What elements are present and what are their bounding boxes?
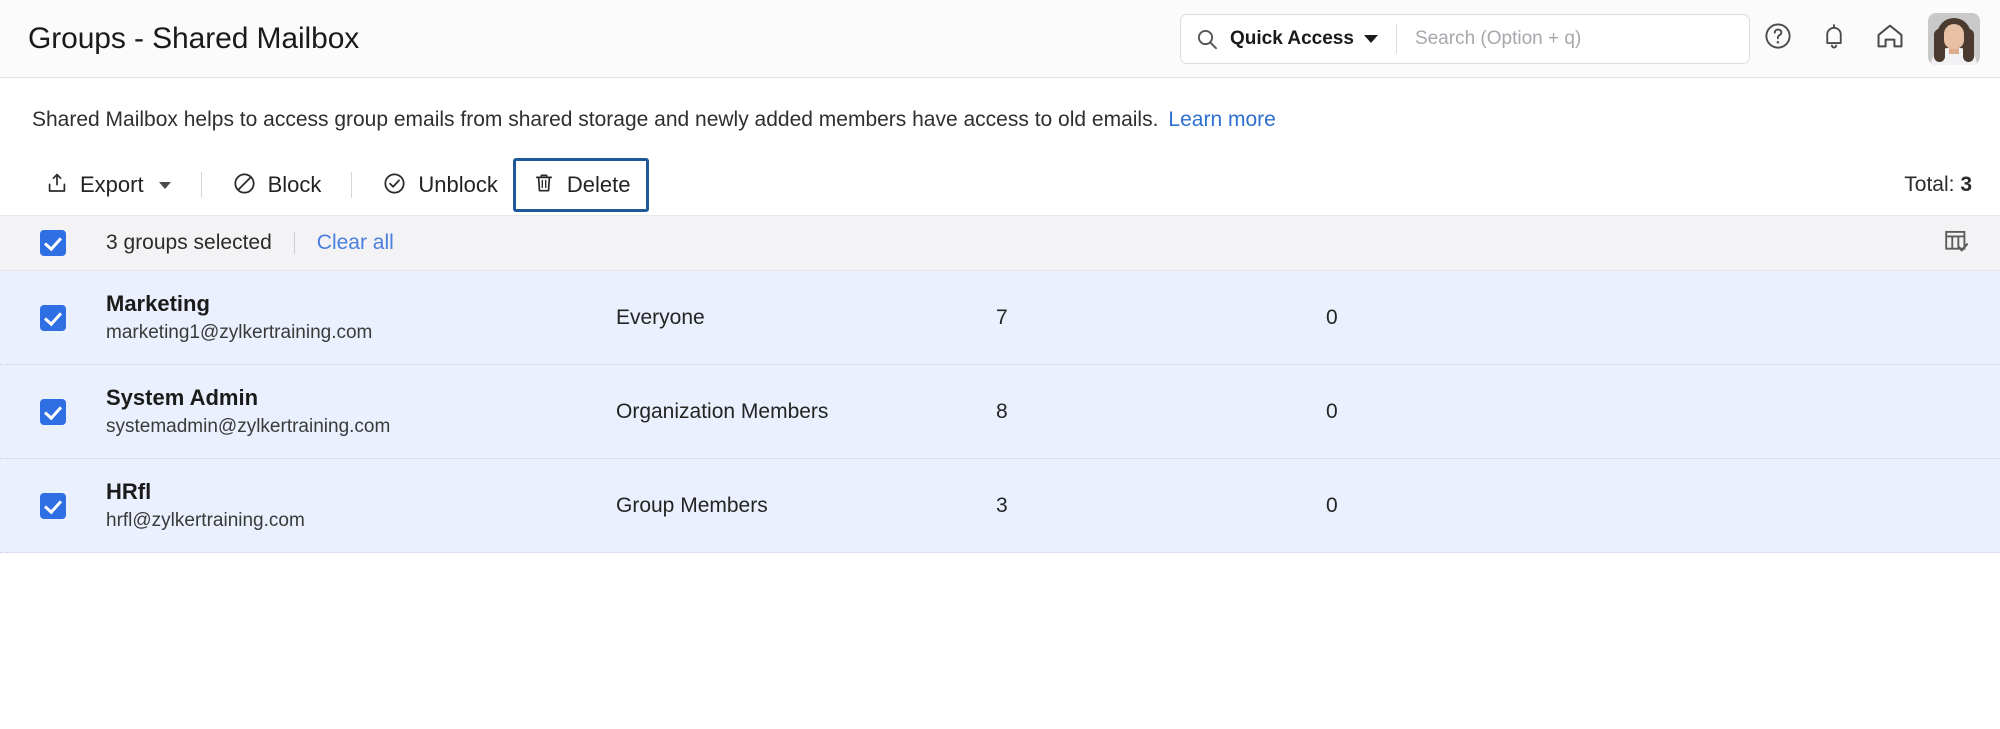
- row-checkbox[interactable]: [40, 399, 66, 425]
- group-member-count: 3: [996, 494, 1326, 518]
- action-toolbar: Export Block Unblock: [0, 133, 2000, 215]
- unblock-button[interactable]: Unblock: [367, 158, 512, 213]
- selection-bar: 3 groups selected Clear all: [0, 215, 2000, 271]
- unblock-label: Unblock: [418, 174, 497, 196]
- select-all-cell: [0, 230, 106, 256]
- search-input[interactable]: [1415, 28, 1735, 50]
- group-name[interactable]: Marketing: [106, 290, 616, 318]
- selection-divider: [294, 232, 295, 254]
- group-access-level: Everyone: [616, 306, 996, 330]
- delete-button[interactable]: Delete: [513, 158, 650, 212]
- app-window: Groups - Shared Mailbox Quick Access: [0, 0, 2000, 729]
- export-icon: [45, 171, 69, 199]
- block-icon: [232, 171, 257, 200]
- group-identity-cell: System Admin systemadmin@zylkertraining.…: [106, 384, 616, 439]
- selection-count-label: 3 groups selected: [106, 231, 272, 255]
- home-icon: [1874, 20, 1906, 57]
- groups-table: Marketing marketing1@zylkertraining.com …: [0, 271, 2000, 553]
- group-email: marketing1@zylkertraining.com: [106, 320, 616, 346]
- group-member-count: 7: [996, 306, 1326, 330]
- avatar[interactable]: [1928, 13, 1980, 65]
- table-row[interactable]: Marketing marketing1@zylkertraining.com …: [0, 271, 2000, 365]
- search-scope-label[interactable]: Quick Access: [1230, 28, 1354, 50]
- table-row[interactable]: System Admin systemadmin@zylkertraining.…: [0, 365, 2000, 459]
- block-button[interactable]: Block: [217, 158, 337, 213]
- avatar-hair-right: [1963, 29, 1974, 62]
- avatar-face: [1944, 24, 1964, 49]
- group-other-count: 0: [1326, 494, 1626, 518]
- group-email: systemadmin@zylkertraining.com: [106, 414, 616, 440]
- table-columns-check-icon: [1942, 227, 1970, 260]
- total-label: Total:: [1904, 173, 1954, 196]
- export-button[interactable]: Export: [30, 158, 186, 212]
- table-row[interactable]: HRfl hrfl@zylkertraining.com Group Membe…: [0, 459, 2000, 553]
- total-value: 3: [1960, 173, 1972, 196]
- row-select-cell: [0, 399, 106, 425]
- select-all-checkbox[interactable]: [40, 230, 66, 256]
- unblock-icon: [382, 171, 407, 200]
- group-other-count: 0: [1326, 400, 1626, 424]
- bell-icon: [1819, 21, 1849, 56]
- toolbar-divider: [351, 172, 352, 198]
- page-title: Groups - Shared Mailbox: [28, 22, 359, 56]
- group-access-level: Organization Members: [616, 400, 996, 424]
- group-identity-cell: HRfl hrfl@zylkertraining.com: [106, 478, 616, 533]
- block-label: Block: [268, 174, 322, 196]
- search-divider: [1396, 24, 1397, 54]
- column-settings-button[interactable]: [1934, 221, 1978, 265]
- row-checkbox[interactable]: [40, 493, 66, 519]
- global-search-bar[interactable]: Quick Access: [1180, 14, 1750, 64]
- export-label: Export: [80, 174, 144, 196]
- group-name[interactable]: System Admin: [106, 384, 616, 412]
- home-button[interactable]: [1862, 11, 1918, 67]
- row-checkbox[interactable]: [40, 305, 66, 331]
- chevron-down-icon[interactable]: [1364, 35, 1378, 43]
- group-member-count: 8: [996, 400, 1326, 424]
- group-access-level: Group Members: [616, 494, 996, 518]
- delete-label: Delete: [567, 174, 631, 196]
- group-email: hrfl@zylkertraining.com: [106, 508, 616, 534]
- group-name[interactable]: HRfl: [106, 478, 616, 506]
- learn-more-link[interactable]: Learn more: [1168, 108, 1275, 131]
- search-icon: [1195, 27, 1219, 51]
- help-circle-icon: [1763, 21, 1793, 56]
- header-actions: Quick Access: [1180, 11, 1980, 67]
- toolbar-divider: [201, 172, 202, 198]
- trash-icon: [532, 171, 556, 199]
- notifications-button[interactable]: [1806, 11, 1862, 67]
- chevron-down-icon[interactable]: [159, 182, 171, 189]
- clear-all-button[interactable]: Clear all: [317, 231, 394, 255]
- info-banner-text: Shared Mailbox helps to access group ema…: [32, 108, 1158, 131]
- group-other-count: 0: [1326, 306, 1626, 330]
- total-count: Total: 3: [1904, 173, 1972, 197]
- help-button[interactable]: [1750, 11, 1806, 67]
- group-identity-cell: Marketing marketing1@zylkertraining.com: [106, 290, 616, 345]
- row-select-cell: [0, 493, 106, 519]
- row-select-cell: [0, 305, 106, 331]
- app-header: Groups - Shared Mailbox Quick Access: [0, 0, 2000, 78]
- info-banner: Shared Mailbox helps to access group ema…: [0, 78, 2000, 133]
